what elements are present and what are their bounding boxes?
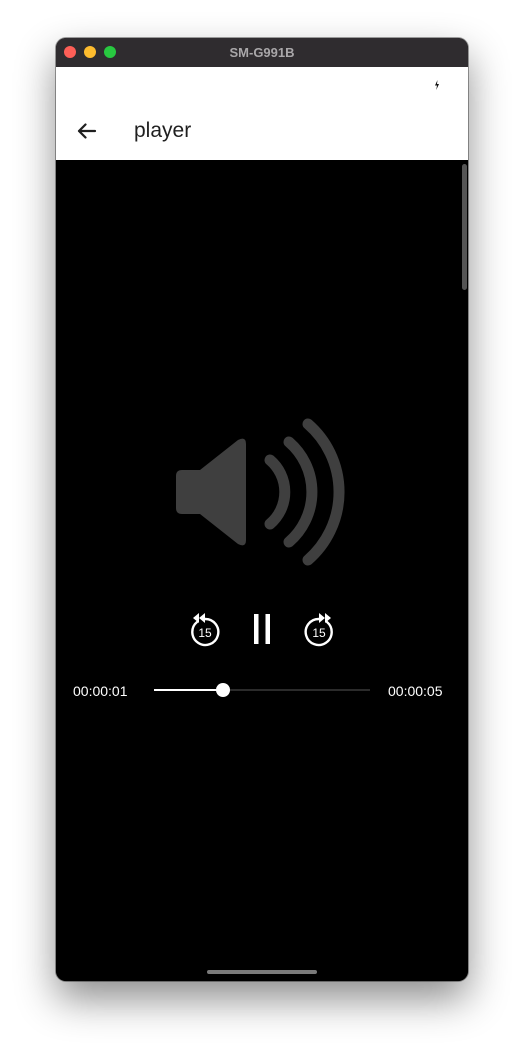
forward-15-icon: 15 [304,613,333,647]
player-content: 15 15 00:00:01 00:00:05 [56,160,468,981]
window-title: SM-G991B [229,45,295,60]
window-titlebar: SM-G991B [56,38,468,67]
forward-15-button[interactable]: 15 [299,608,339,650]
status-bar [56,67,468,102]
current-time: 00:00:01 [73,683,128,699]
playback-controls: 15 15 [56,608,468,652]
charging-icon [435,80,439,90]
replay-15-icon: 15 [191,613,220,647]
emulator-window: SM-G991B player 15 15 00:00:01 00:00:05 [56,38,468,981]
seek-bar[interactable] [154,683,370,697]
volume-up-icon [176,418,345,566]
home-indicator[interactable] [207,970,317,974]
back-button[interactable] [70,115,102,147]
pause-button[interactable] [242,608,282,650]
seek-bar-progress [154,689,224,691]
scrollbar[interactable] [462,164,467,290]
rewind-seconds-label: 15 [198,626,212,640]
seek-bar-thumb[interactable] [216,683,231,697]
pause-icon [254,614,270,644]
rewind-15-button[interactable]: 15 [185,608,225,650]
app-bar: player [56,102,468,160]
total-time: 00:00:05 [388,683,443,699]
arrow-back-icon [77,123,97,139]
forward-seconds-label: 15 [312,626,326,640]
page-title: player [134,119,192,142]
